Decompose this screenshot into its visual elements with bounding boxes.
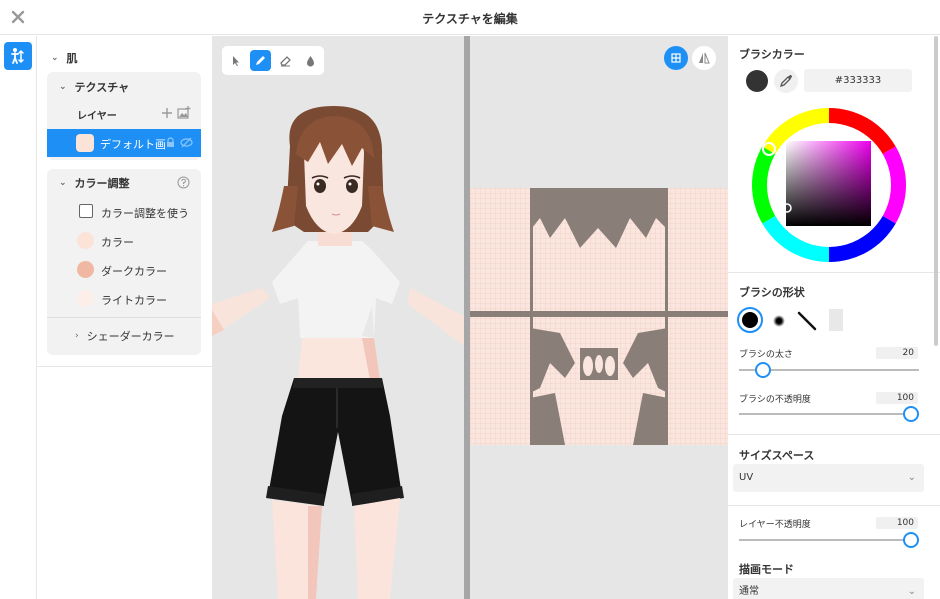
texture-section-toggle[interactable]: ⌄ テクスチャ [59,79,129,95]
use-color-adjust-checkbox[interactable] [79,204,93,218]
layer-opacity-value[interactable]: 100 [876,517,918,529]
size-space-label: サイズスペース [739,449,815,462]
color-wheel[interactable] [750,106,908,264]
size-space-select[interactable]: UV ⌄ [733,464,924,492]
grid-icon [671,53,681,63]
divider [37,366,212,367]
material-tree-panel: ⌄ 肌 ⌄ テクスチャ レイヤー デフォルト画 ⌄ カラー調整 カラー調整を使う… [37,36,212,599]
fill-tool[interactable] [300,50,321,71]
layer-opacity-slider-knob[interactable] [903,532,919,548]
chevron-down-icon: ⌄ [59,82,67,92]
draw-mode-value: 通常 [739,586,759,597]
title-bar: テクスチャを編集 [0,0,940,35]
person-icon [11,48,24,64]
layer-header-label: レイヤー [77,111,117,122]
hex-input[interactable]: #333333 [804,69,912,92]
tree-root-skin[interactable]: ⌄ 肌 [51,50,78,66]
eyedropper-icon [779,75,792,88]
brush-opacity-value[interactable]: 100 [876,392,918,404]
brush-size-value[interactable]: 20 [876,347,918,359]
color-adjust-card: ⌄ カラー調整 カラー調整を使う カラー ダークカラー ライトカラー › シェー… [47,169,201,355]
use-color-adjust-label: カラー調整を使う [101,207,189,220]
divider [47,317,201,318]
select-tool[interactable] [225,50,246,71]
lock-icon[interactable] [165,137,176,148]
brush-shape-hard[interactable] [737,307,763,333]
brush-color-swatch[interactable] [746,70,768,92]
help-circle-icon[interactable] [177,176,190,189]
image-add-icon[interactable] [177,106,191,119]
right-panel-scrollbar[interactable] [934,36,938,346]
avatar-model [212,106,464,599]
layer-item-default[interactable]: デフォルト画 [47,129,201,157]
brush-shape-line[interactable] [796,310,818,332]
eyedropper-button[interactable] [774,69,798,93]
brush-shape-texture[interactable] [829,309,843,331]
shader-color-label: シェーダーカラー [86,330,175,343]
uv-viewport[interactable] [470,36,728,599]
light-color-label: ライトカラー [101,294,167,307]
eye-off-icon[interactable] [180,137,193,148]
light-color-swatch[interactable] [77,290,94,307]
eraser-tool[interactable] [275,50,296,71]
layer-name: デフォルト画 [100,138,166,151]
brush-shape-label: ブラシの形状 [739,286,805,299]
chevron-down-icon: ⌄ [907,586,916,597]
divider [728,505,940,506]
uv-grid-button[interactable] [664,46,688,70]
side-rail [0,36,37,599]
tree-root-label: 肌 [66,52,78,65]
dark-color-label: ダークカラー [101,265,167,278]
avatar-mode-button[interactable] [4,42,32,70]
pen-tool[interactable] [250,50,271,71]
brush-shape-soft[interactable] [773,315,785,327]
size-space-value: UV [739,472,754,483]
model-viewport[interactable] [212,36,464,599]
color-adjust-label: カラー調整 [74,177,130,190]
pen-icon [256,56,265,65]
draw-mode-label: 描画モード [739,563,794,576]
layer-opacity-track[interactable] [739,539,919,541]
divider [728,272,940,273]
eraser-icon [280,56,291,67]
dark-color-swatch[interactable] [77,261,94,278]
color-swatch[interactable] [77,232,94,249]
shader-color-toggle[interactable]: › シェーダーカラー [75,328,175,344]
brush-opacity-label: ブラシの不透明度 [739,395,811,405]
brush-size-label: ブラシの太さ [739,350,793,360]
brush-size-slider-knob[interactable] [755,362,772,378]
chevron-right-icon: › [75,331,79,341]
plus-icon[interactable] [161,107,173,119]
layer-opacity-label: レイヤー不透明度 [739,520,811,530]
chevron-down-icon: ⌄ [51,53,59,63]
page-title: テクスチャを編集 [422,12,518,26]
brush-opacity-slider-knob[interactable] [903,406,919,422]
uv-texture [470,188,728,445]
brush-color-label: ブラシカラー [739,48,805,61]
chevron-down-icon: ⌄ [59,178,67,188]
brush-settings-panel: ブラシカラー #333333 ブラシの形状 ブラシの太さ 20 ブラシの不透明度… [728,36,940,599]
drop-icon [307,56,314,67]
color-label: カラー [101,236,134,249]
draw-mode-select[interactable]: 通常 ⌄ [733,578,924,599]
chevron-down-icon: ⌄ [907,472,916,483]
color-adjust-toggle[interactable]: ⌄ カラー調整 [59,175,130,191]
mirror-button[interactable] [692,46,716,70]
divider [728,434,940,435]
cursor-icon [233,56,239,66]
mirror-icon [699,52,710,64]
drawing-toolbar [222,46,324,75]
brush-opacity-track[interactable] [739,413,919,415]
texture-section-label: テクスチャ [74,81,130,94]
layer-thumbnail [76,134,94,152]
